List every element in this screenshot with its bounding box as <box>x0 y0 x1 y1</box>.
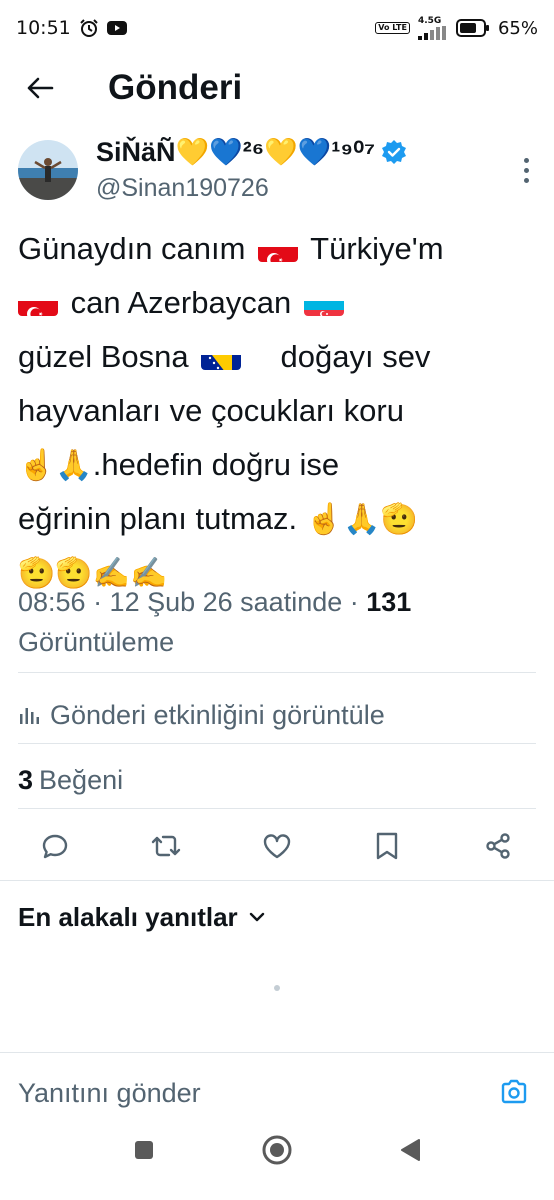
post-text: Günaydın canım Türkiye'm can Azerbaycan … <box>18 222 538 600</box>
clock: 10:51 <box>16 17 71 39</box>
author-row: SiŇäÑ💛💙²⁶💛💙¹⁹⁰⁷ @Sinan190726 <box>0 130 554 210</box>
battery-icon <box>455 19 490 37</box>
views-count: 131 <box>366 587 412 617</box>
youtube-icon <box>106 20 127 36</box>
signal-icon: 4.5G <box>417 15 448 40</box>
network-type: 4.5G <box>417 15 442 26</box>
divider <box>0 880 554 881</box>
square-icon <box>135 1141 153 1159</box>
post-timestamp[interactable]: 08:56 · 12 Şub 26 saatinde · <box>18 587 366 617</box>
verified-badge-icon <box>381 139 407 165</box>
reply-icon <box>42 834 68 859</box>
likes-label: Beğeni <box>39 764 124 795</box>
recents-button[interactable] <box>124 1130 164 1170</box>
turkey-flag-icon <box>258 236 299 262</box>
status-bar: 10:51 Vo LTE 4.5G 65% <box>0 0 554 56</box>
repost-button[interactable] <box>140 820 192 872</box>
views-label: Görüntüleme <box>18 627 175 657</box>
divider <box>18 672 536 673</box>
back-button[interactable] <box>0 56 80 120</box>
author-display-name[interactable]: SiŇäÑ💛💙²⁶💛💙¹⁹⁰⁷ <box>96 136 407 168</box>
home-circle-icon <box>262 1135 292 1165</box>
post-line-1: Günaydın canım Türkiye'm <box>18 222 538 276</box>
author-handle[interactable]: @Sinan190726 <box>96 174 269 203</box>
arrow-left-icon <box>27 77 54 99</box>
text-segment: eğrinin planı tutmaz. <box>18 501 298 536</box>
repost-icon <box>151 835 181 857</box>
like-icon <box>263 834 291 859</box>
back-nav-button[interactable] <box>390 1130 430 1170</box>
divider <box>18 743 536 744</box>
alarm-icon <box>79 18 99 38</box>
text-segment: Günaydın canım <box>18 231 246 266</box>
bookmark-icon <box>376 832 398 860</box>
text-segment: can Azerbaycan <box>70 285 292 320</box>
header: Gönderi <box>0 56 554 120</box>
likes-count[interactable]: 3 Beğeni <box>18 760 123 800</box>
text-segment: güzel Bosna <box>18 339 189 374</box>
dot <box>523 157 529 163</box>
battery-percent: 65% <box>497 17 538 39</box>
replies-sort-label: En alakalı yanıtlar <box>18 901 238 932</box>
avatar[interactable] <box>18 140 78 200</box>
text-segment: .hedefin doğru ise <box>92 447 340 482</box>
like-button[interactable] <box>251 820 303 872</box>
share-icon <box>486 833 510 859</box>
reply-button[interactable] <box>29 820 81 872</box>
post-line-3: güzel Bosna doğayı sev <box>18 330 538 384</box>
text-segment: doğayı sev <box>280 339 431 374</box>
author-name-text: SiŇäÑ💛💙²⁶💛💙¹⁹⁰⁷ <box>96 137 376 167</box>
dot <box>523 167 529 173</box>
replies-sort-dropdown[interactable]: En alakalı yanıtlar <box>18 897 266 937</box>
emoji-group: 🫡 <box>380 503 418 536</box>
more-options-button[interactable] <box>514 150 538 190</box>
camera-icon <box>501 1079 527 1104</box>
system-nav-bar <box>0 1115 554 1185</box>
loading-indicator <box>274 985 280 991</box>
emoji-group: ☝🙏 <box>18 449 93 482</box>
triangle-back-icon <box>401 1139 420 1161</box>
turkey-flag-icon <box>18 290 58 316</box>
view-post-activity-button[interactable]: Gönderi etkinliğini görüntüle <box>18 695 385 735</box>
text-segment: hayvanları ve çocukları koru <box>18 393 404 428</box>
chevron-down-icon <box>249 912 264 922</box>
post-line-4: hayvanları ve çocukları koru <box>18 384 538 438</box>
camera-button[interactable] <box>496 1074 532 1110</box>
azerbaijan-flag-icon <box>303 290 344 316</box>
analytics-icon <box>20 708 39 724</box>
text-segment: Türkiye'm <box>310 231 444 266</box>
divider <box>18 808 536 809</box>
post-line-5: ☝🙏.hedefin doğru ise <box>18 438 538 492</box>
volte-badge: Vo LTE <box>375 22 410 34</box>
activity-label: Gönderi etkinliğini görüntüle <box>50 699 385 730</box>
likes-number: 3 <box>18 764 34 795</box>
post-meta: 08:56 · 12 Şub 26 saatinde · 131 Görüntü… <box>18 582 538 662</box>
post: SiŇäÑ💛💙²⁶💛💙¹⁹⁰⁷ @Sinan190726 Günaydın ca… <box>0 130 554 1116</box>
emoji-group: ☝🙏 <box>305 503 381 536</box>
bosnia-flag-icon <box>201 344 242 370</box>
post-actions <box>0 820 554 872</box>
dot <box>523 177 529 183</box>
reply-input[interactable] <box>18 1070 478 1116</box>
bookmark-button[interactable] <box>361 820 413 872</box>
share-button[interactable] <box>472 820 524 872</box>
home-button[interactable] <box>257 1130 297 1170</box>
post-line-6: eğrinin planı tutmaz. ☝🙏🫡 <box>18 492 538 546</box>
page-title: Gönderi <box>108 68 243 107</box>
post-line-2: can Azerbaycan <box>18 276 538 330</box>
